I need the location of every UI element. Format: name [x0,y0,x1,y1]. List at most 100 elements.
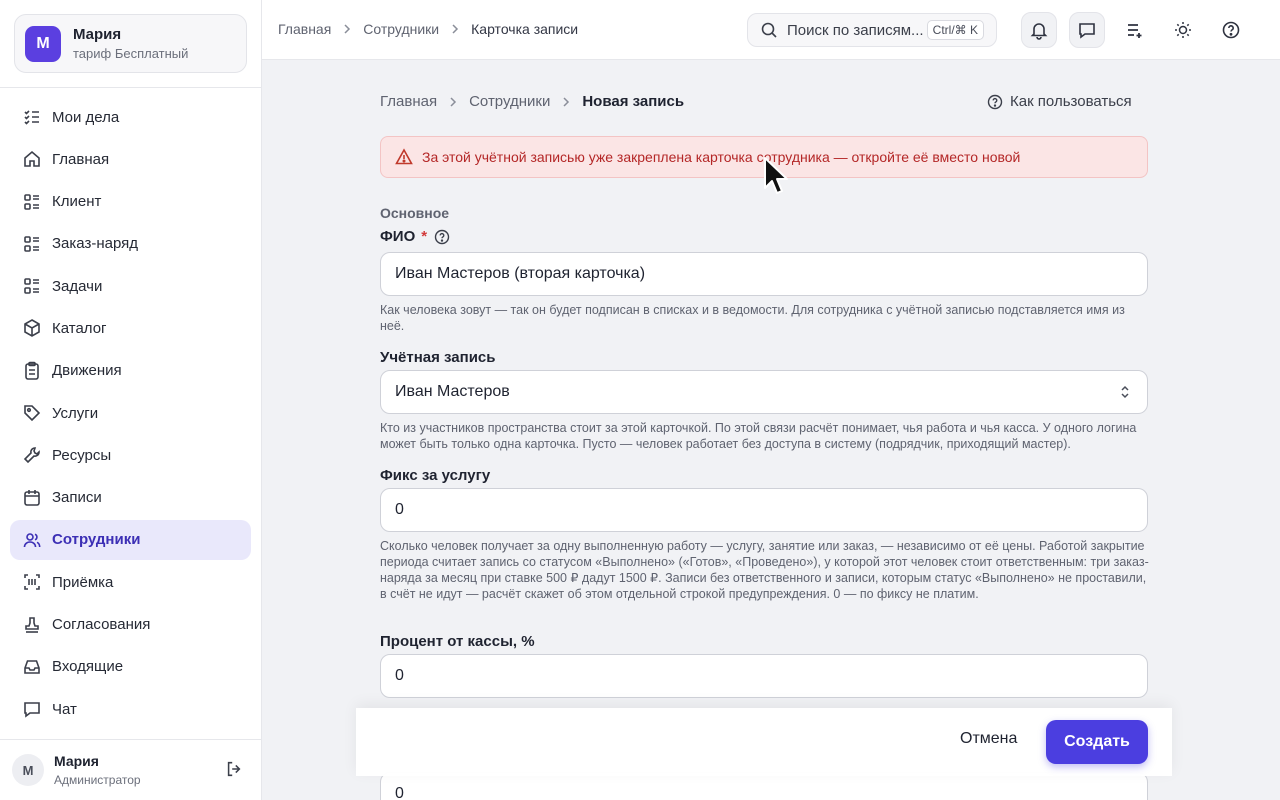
sidebar-item-catalog[interactable]: Каталог [10,308,251,348]
fix-label-text: Фикс за услугу [380,467,491,484]
sidebar-item-employees[interactable]: Сотрудники [10,519,251,560]
fio-hint: Как человека зовут — так он будет подпис… [380,303,1125,333]
user-name: Мария [54,753,99,769]
messages-button[interactable] [1069,12,1105,48]
inbox-icon [22,657,42,677]
breadcrumb-employees[interactable]: Сотрудники [363,21,439,37]
sidebar-item-label: Заказ-наряд [52,235,139,253]
clipboard-icon [22,361,42,381]
sidebar-item-records[interactable]: Записи [10,478,251,518]
cancel-button[interactable]: Отмена [960,730,1017,748]
sun-icon [1173,20,1193,40]
search-icon [760,21,778,39]
user-profile[interactable]: М Мария Администратор [0,740,261,800]
breadcrumb-home[interactable]: Главная [380,93,437,110]
workspace-switcher[interactable]: М Мария тариф Бесплатный [14,14,247,73]
fio-label-text: ФИО [380,228,416,245]
list-check-icon [22,107,42,127]
percent-input[interactable]: 0 [380,654,1148,698]
list-grid-icon [22,276,42,296]
account-hint: Кто из участников пространства стоит за … [380,421,1137,451]
mouse-cursor-icon [764,157,788,194]
help-circle-icon[interactable] [434,229,450,245]
help-button[interactable] [1213,12,1249,48]
user-role: Администратор [54,773,141,787]
stamp-icon [22,615,42,635]
sidebar-item-tasks[interactable]: Задачи [10,266,251,306]
sidebar-item-label: Записи [52,489,102,507]
list-grid-icon [22,192,42,212]
how-to-use-label: Как пользоваться [1010,93,1132,110]
breadcrumb-current: Карточка записи [471,21,579,37]
sidebar-item-work-order[interactable]: Заказ-наряд [10,224,251,264]
fio-label: ФИО * [380,228,450,245]
sidebar-item-label: Главная [52,150,110,168]
avatar: М [12,754,44,786]
search-input[interactable]: Поиск по записям... Ctrl/⌘ K [747,13,997,47]
fix-input[interactable]: 0 [380,488,1148,532]
percent-label: Процент от кассы, % [380,633,535,650]
fio-value: Иван Мастеров (вторая карточка) [395,265,646,282]
chevron-right-icon [559,95,573,109]
breadcrumb-home[interactable]: Главная [278,21,331,37]
breadcrumb: Главная Сотрудники Карточка записи [278,21,578,37]
help-circle-icon [1221,20,1241,40]
sidebar-item-home[interactable]: Главная [10,139,251,179]
chat-icon [22,699,42,719]
add-list-button[interactable] [1117,12,1153,48]
home-icon [22,149,42,169]
wrench-icon [22,445,42,465]
fix-hint: Сколько человек получает за одну выполне… [380,539,1149,601]
sidebar-item-label: Сотрудники [52,531,141,549]
sidebar: М Мария тариф Бесплатный Мои дела Главна… [0,0,262,800]
fix-value: 0 [395,501,404,518]
sidebar-item-acceptance[interactable]: Приёмка [10,562,251,602]
sidebar-item-label: Мои дела [52,108,120,126]
account-label: Учётная запись [380,349,496,366]
sidebar-item-services[interactable]: Услуги [10,393,251,433]
sidebar-item-label: Каталог [52,319,107,337]
list-grid-icon [22,234,42,254]
sidebar-item-label: Приёмка [52,573,114,591]
theme-toggle-button[interactable] [1165,12,1201,48]
list-plus-icon [1125,20,1145,40]
next-field-input[interactable]: 0 [380,772,1148,800]
sidebar-item-approvals[interactable]: Согласования [10,605,251,645]
workspace-plan: тариф Бесплатный [73,46,189,61]
workspace-name: Мария [73,26,122,43]
chevron-right-icon [448,22,462,36]
sidebar-item-label: Входящие [52,658,124,676]
help-circle-icon [987,94,1003,110]
sidebar-item-client[interactable]: Клиент [10,182,251,222]
breadcrumb-employees[interactable]: Сотрудники [469,93,550,110]
sidebar-item-label: Клиент [52,193,102,211]
account-select[interactable]: Иван Мастеров [380,370,1148,414]
search-placeholder: Поиск по записям... [787,21,924,39]
sidebar-divider [0,87,261,88]
content-breadcrumb: Главная Сотрудники Новая запись [380,93,684,110]
account-value: Иван Мастеров [395,383,510,400]
chevron-right-icon [340,22,354,36]
logout-icon[interactable] [225,760,243,778]
sidebar-item-label: Услуги [52,404,99,422]
sidebar-item-resources[interactable]: Ресурсы [10,435,251,475]
warning-icon [395,148,413,166]
percent-label-text: Процент от кассы, % [380,633,535,650]
account-label-text: Учётная запись [380,349,496,366]
chevron-right-icon [446,95,460,109]
sidebar-item-label: Ресурсы [52,446,112,464]
sidebar-item-inbox[interactable]: Входящие [10,647,251,687]
sidebar-nav: Мои дела Главная Клиент Заказ-наряд Зада… [10,97,251,731]
create-button[interactable]: Создать [1046,720,1148,764]
notifications-button[interactable] [1021,12,1057,48]
form-action-bar: Отмена Создать [356,708,1172,776]
fix-label: Фикс за услугу [380,467,490,484]
sidebar-item-my-tasks[interactable]: Мои дела [10,97,251,137]
fio-input[interactable]: Иван Мастеров (вторая карточка) [380,252,1148,296]
box-icon [22,318,42,338]
sidebar-item-label: Согласования [52,616,151,634]
sidebar-item-movements[interactable]: Движения [10,351,251,391]
section-title: Основное [380,205,450,221]
sidebar-item-chat[interactable]: Чат [10,689,251,729]
how-to-use-link[interactable]: Как пользоваться [987,93,1132,110]
